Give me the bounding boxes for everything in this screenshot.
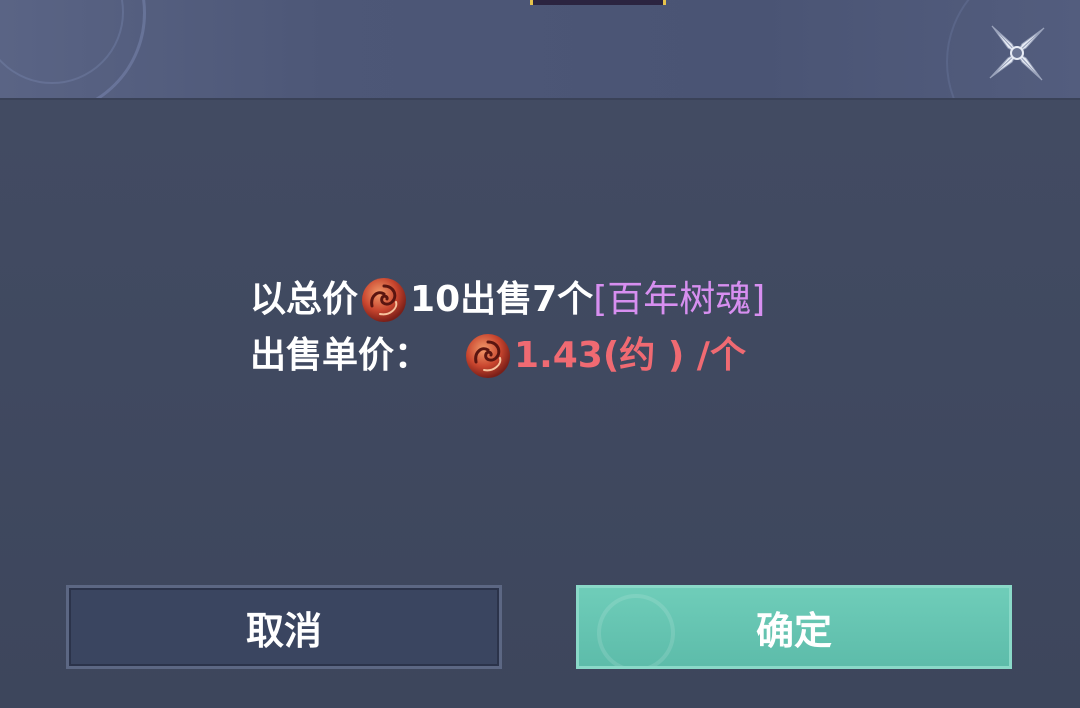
dialog-header [0,0,1080,100]
sell-confirm-dialog: 以总价 10 出售7个 [百年树魂] 出售单价： 1.43(约) /个 取消 … [0,0,1080,708]
confirm-button-label: 确定 [755,608,832,653]
cancel-button[interactable]: 取消 [66,585,502,669]
line1-prefix: 以总价 [250,279,359,320]
line2-prefix: 出售单价： [250,335,431,376]
swirl-coin-icon [362,278,407,322]
swirl-coin-icon [466,334,511,378]
total-price-value: 10 [410,279,461,320]
button-decoration [597,594,675,666]
shuriken-close-icon [989,25,1045,81]
close-button[interactable] [986,22,1048,84]
confirm-button[interactable]: 确定 [576,585,1012,669]
top-tab-edge [530,0,666,5]
cancel-button-label: 取消 [245,608,322,653]
unit-price-value: 1.43(约 ) /个 [514,335,746,376]
dialog-message: 以总价 10 出售7个 [百年树魂] 出售单价： 1.43(约) /个 [250,272,950,384]
line1-middle: 出售7个 [460,279,594,320]
total-price-line: 以总价 10 出售7个 [百年树魂] [250,272,950,328]
unit-price-line: 出售单价： 1.43(约 ) /个 [250,328,950,384]
item-name: [百年树魂] [593,279,766,320]
